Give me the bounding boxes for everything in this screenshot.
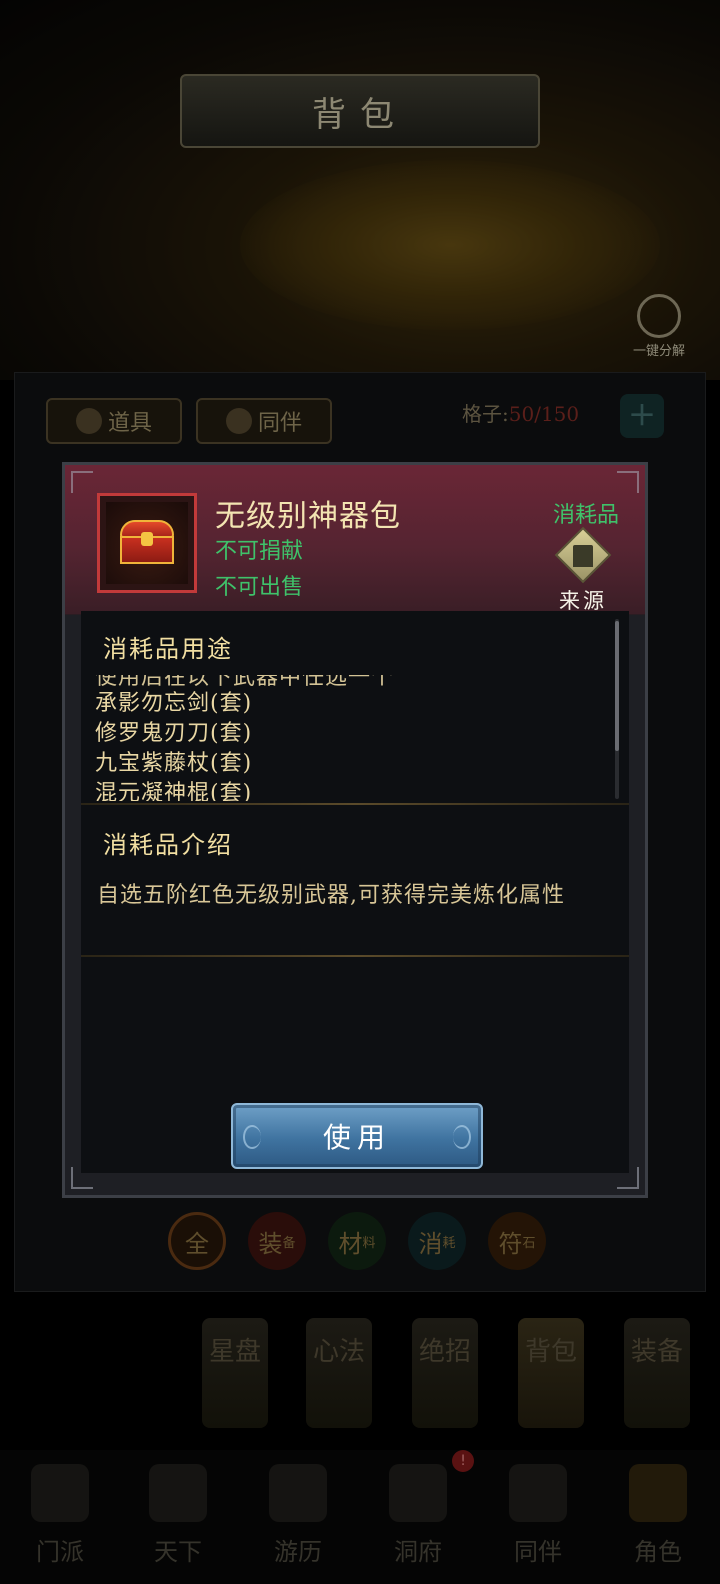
category-filter-bar: 全 装备 材料 消耗 符石 bbox=[0, 1212, 720, 1272]
side-menu: 星盘 心法 绝招 背包 装备 bbox=[0, 1318, 720, 1430]
scroll-map-icon bbox=[269, 1464, 327, 1522]
mountain-icon bbox=[389, 1464, 447, 1522]
corner-ornament bbox=[71, 1167, 93, 1189]
filter-all[interactable]: 全 bbox=[168, 1212, 226, 1270]
item-icon-bg bbox=[106, 502, 188, 584]
scene-dim-overlay bbox=[0, 0, 720, 380]
filter-materials-label: 材 bbox=[338, 1229, 363, 1258]
red-treasure-chest-icon bbox=[120, 520, 174, 564]
menu-ultimate-skill[interactable]: 绝招 bbox=[412, 1318, 478, 1428]
decompose-label: 一键分解 bbox=[632, 344, 685, 359]
filter-all-label: 全 bbox=[185, 1229, 209, 1258]
cloud-swirl-icon bbox=[243, 1125, 261, 1149]
item-detail-dialog: 无级别神器包 不可捐献 不可出售 消耗品 来源 消耗品用途 使用后在以下武器中任… bbox=[62, 462, 648, 1198]
companion-icon bbox=[225, 408, 252, 434]
corner-ornament bbox=[71, 471, 93, 493]
nav-companion[interactable]: 同伴 bbox=[488, 1464, 588, 1576]
use-button-label: 使用 bbox=[322, 1121, 391, 1154]
filter-equipment-sub: 备 bbox=[282, 1235, 296, 1251]
item-description-panel: 消耗品用途 使用后在以下武器中任选一个 承影勿忘剑(套) 修罗鬼刃刀(套) 九宝… bbox=[81, 611, 629, 1173]
item-flag-no-sell: 不可出售 bbox=[215, 575, 304, 600]
nav-companion-label: 同伴 bbox=[514, 1538, 562, 1566]
section-divider bbox=[81, 803, 629, 805]
filter-runestones-label: 符 bbox=[498, 1229, 523, 1258]
cloud-swirl-icon bbox=[453, 1125, 471, 1149]
item-icon-frame bbox=[97, 493, 197, 593]
item-source-button[interactable]: 来源 bbox=[551, 526, 615, 613]
slot-counter-value: 50/150 bbox=[508, 402, 580, 426]
usage-line: 修罗鬼刃刀(套) bbox=[95, 721, 253, 746]
item-flag-no-donate: 不可捐献 bbox=[215, 539, 304, 564]
usage-line: 使用后在以下武器中任选一个 bbox=[95, 675, 395, 689]
nav-world-label: 天下 bbox=[154, 1538, 202, 1566]
filter-materials-sub: 料 bbox=[362, 1235, 376, 1251]
nav-sect[interactable]: 门派 bbox=[10, 1464, 110, 1576]
nav-character-label: 角色 bbox=[634, 1538, 682, 1566]
tab-items[interactable]: 道具 bbox=[46, 398, 182, 444]
usage-scrollbar-thumb[interactable] bbox=[615, 621, 619, 751]
cave-alert-badge: ! bbox=[452, 1450, 474, 1472]
sect-gate-icon bbox=[31, 1464, 89, 1522]
pagoda-diamond-icon bbox=[554, 526, 612, 584]
filter-runestones-sub: 石 bbox=[522, 1235, 536, 1251]
intro-section-title: 消耗品介绍 bbox=[103, 831, 233, 859]
filter-materials[interactable]: 材料 bbox=[328, 1212, 386, 1270]
usage-section-title: 消耗品用途 bbox=[103, 635, 233, 663]
menu-equipment[interactable]: 装备 bbox=[624, 1318, 690, 1428]
usage-line: 承影勿忘剑(套) bbox=[95, 691, 253, 716]
filter-equipment-label: 装 bbox=[258, 1229, 283, 1258]
nav-world[interactable]: 天下 bbox=[128, 1464, 228, 1576]
bag-scene-background bbox=[0, 0, 720, 380]
nav-travel[interactable]: 游历 bbox=[248, 1464, 348, 1576]
bottom-navigation: 门派 天下 游历 洞府 同伴 角色 bbox=[0, 1450, 720, 1584]
menu-mind-method[interactable]: 心法 bbox=[306, 1318, 372, 1428]
use-item-button[interactable]: 使用 bbox=[231, 1103, 483, 1169]
corner-ornament bbox=[617, 471, 639, 493]
item-name: 无级别神器包 bbox=[215, 499, 401, 534]
filter-runestones[interactable]: 符石 bbox=[488, 1212, 546, 1270]
page-title: 背包 bbox=[312, 94, 408, 135]
tab-companions[interactable]: 同伴 bbox=[196, 398, 332, 444]
usage-list[interactable]: 使用后在以下武器中任选一个 承影勿忘剑(套) 修罗鬼刃刀(套) 九宝紫藤杖(套)… bbox=[95, 675, 605, 801]
menu-bag[interactable]: 背包 bbox=[518, 1318, 584, 1428]
chest-lock bbox=[141, 532, 153, 546]
item-header: 无级别神器包 不可捐献 不可出售 消耗品 来源 bbox=[65, 465, 645, 615]
filter-consumables-label: 消 bbox=[418, 1229, 443, 1258]
intro-text: 自选五阶红色无级别武器,可获得完美炼化属性 bbox=[97, 883, 565, 908]
item-type: 消耗品 bbox=[552, 503, 619, 528]
page-title-banner: 背包 bbox=[180, 74, 540, 148]
nav-character[interactable]: 角色 bbox=[608, 1464, 708, 1576]
menu-star-chart[interactable]: 星盘 bbox=[202, 1318, 268, 1428]
filter-equipment[interactable]: 装备 bbox=[248, 1212, 306, 1270]
filter-consumables[interactable]: 消耗 bbox=[408, 1212, 466, 1270]
filter-consumables-sub: 耗 bbox=[442, 1235, 456, 1251]
usage-line: 九宝紫藤杖(套) bbox=[95, 751, 253, 776]
nav-sect-label: 门派 bbox=[36, 1538, 84, 1566]
slot-counter-label: 格子: bbox=[462, 402, 509, 426]
cloud-icon bbox=[149, 1464, 207, 1522]
nav-travel-label: 游历 bbox=[274, 1538, 322, 1566]
nav-cave-label: 洞府 bbox=[394, 1538, 442, 1566]
add-slots-button[interactable]: + bbox=[620, 394, 664, 438]
tab-companions-label: 同伴 bbox=[257, 411, 302, 436]
one-click-decompose-button[interactable]: 一键分解 bbox=[626, 294, 692, 364]
pagoda-shape bbox=[573, 545, 593, 567]
nav-cave[interactable]: 洞府 bbox=[368, 1464, 468, 1576]
section-divider bbox=[81, 955, 629, 957]
crown-character-icon bbox=[629, 1464, 687, 1522]
tab-items-label: 道具 bbox=[107, 411, 152, 436]
usage-line: 混元凝神棍(套) bbox=[95, 781, 253, 801]
swirl-icon bbox=[637, 294, 681, 338]
companion-figure-icon bbox=[509, 1464, 567, 1522]
corner-ornament bbox=[617, 1167, 639, 1189]
pouch-icon bbox=[75, 408, 102, 434]
slot-counter: 格子:50/150 bbox=[462, 398, 579, 427]
